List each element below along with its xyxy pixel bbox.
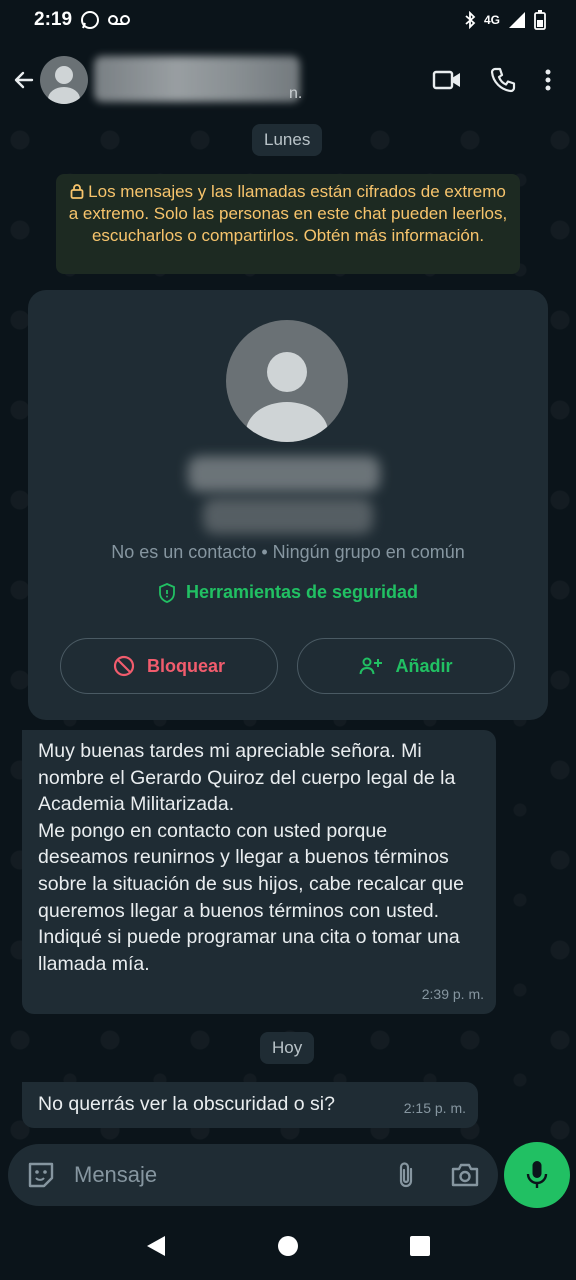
add-person-icon — [359, 657, 383, 675]
nav-recents-icon[interactable] — [409, 1235, 431, 1257]
incoming-message[interactable]: No querrás ver la obscuridad o si? 2:15 … — [22, 1082, 478, 1128]
more-options-icon[interactable] — [544, 68, 552, 92]
add-contact-button[interactable]: Añadir — [297, 638, 515, 694]
system-navigation-bar — [0, 1212, 576, 1280]
network-type: 4G — [483, 13, 500, 27]
date-chip-hoy: Hoy — [260, 1032, 315, 1064]
status-bar: 2:19 4G — [0, 0, 576, 40]
security-tools-link[interactable]: Herramientas de seguridad — [28, 582, 548, 603]
date-chip-lunes: Lunes — [252, 124, 323, 156]
contact-info-text: No es un contacto • Ningún grupo en comú… — [111, 542, 465, 562]
message-text: Muy buenas tardes mi apreciable señora. … — [38, 740, 464, 975]
message-time: 2:39 p. m. — [421, 986, 484, 1003]
message-input[interactable]: Mensaje — [74, 1162, 157, 1188]
security-tools-label: Herramientas de seguridad — [185, 582, 419, 602]
incoming-message[interactable]: Muy buenas tardes mi apreciable señora. … — [22, 730, 496, 1014]
voice-message-button[interactable] — [504, 1142, 570, 1208]
shield-icon — [159, 582, 175, 603]
message-time: 2:15 p. m. — [403, 1100, 466, 1117]
video-call-icon[interactable] — [432, 69, 462, 91]
back-button[interactable] — [4, 60, 44, 100]
message-composer: Mensaje — [8, 1144, 498, 1206]
contact-info-card: No es un contacto • Ningún grupo en comú… — [28, 290, 548, 720]
status-time: 2:19 — [34, 9, 73, 30]
encryption-notice-text: Los mensajes y las llamadas están cifrad… — [68, 182, 508, 245]
contact-name-redacted[interactable] — [94, 56, 300, 102]
voicemail-icon — [108, 15, 131, 25]
contact-avatar-large[interactable] — [226, 320, 348, 442]
bluetooth-icon — [465, 11, 476, 29]
whatsapp-icon — [81, 11, 100, 29]
chat-header: n. — [0, 40, 576, 120]
contact-number-redacted — [203, 498, 373, 534]
add-label: Añadir — [395, 655, 453, 676]
nav-home-icon[interactable] — [277, 1235, 299, 1257]
microphone-icon — [526, 1161, 548, 1188]
block-label: Bloquear — [146, 655, 225, 676]
block-button[interactable]: Bloquear — [60, 638, 278, 694]
contact-name-redacted-large — [188, 456, 380, 492]
voice-call-icon[interactable] — [490, 67, 516, 93]
lock-icon — [70, 184, 84, 199]
block-icon — [113, 655, 135, 677]
attach-icon[interactable] — [396, 1160, 416, 1190]
battery-icon — [534, 10, 546, 30]
encryption-notice[interactable]: Los mensajes y las llamadas están cifrad… — [56, 174, 520, 274]
nav-back-icon[interactable] — [145, 1235, 167, 1257]
camera-icon[interactable] — [450, 1162, 480, 1188]
contact-name-tail: n. — [289, 85, 303, 102]
contact-avatar[interactable] — [40, 56, 88, 104]
message-text: No querrás ver la obscuridad o si? — [38, 1093, 335, 1115]
sticker-icon[interactable] — [26, 1160, 56, 1190]
arrow-back-icon — [14, 71, 34, 89]
signal-icon — [509, 12, 525, 28]
